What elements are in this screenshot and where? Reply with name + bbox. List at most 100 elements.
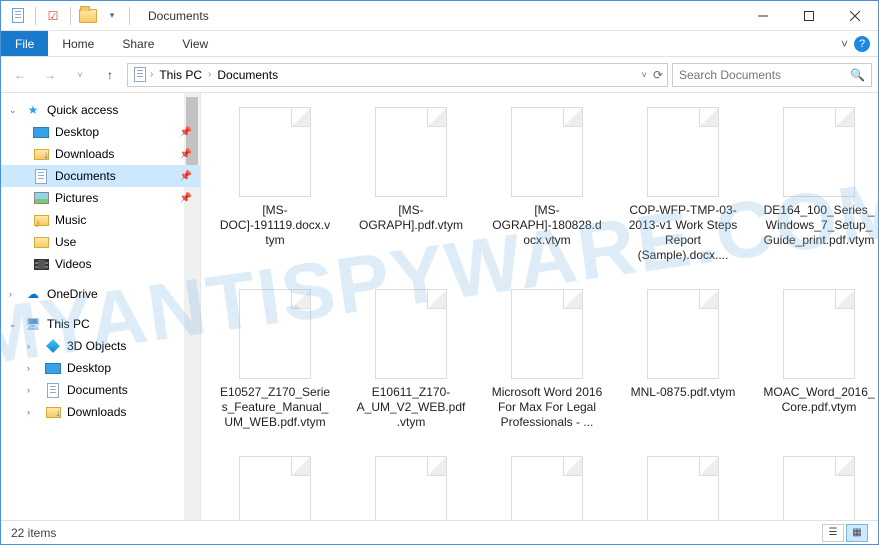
downloads-icon [45, 404, 61, 420]
ribbon-tab-file[interactable]: File [1, 31, 48, 56]
qat-check-icon[interactable]: ☑ [42, 5, 64, 27]
videos-icon [33, 256, 49, 272]
window-title: Documents [148, 9, 209, 23]
documents-icon [132, 67, 148, 83]
file-item[interactable]: MOAC_Word_2016_Core.pdf.vtym [759, 285, 878, 434]
maximize-button[interactable] [786, 1, 832, 31]
address-bar[interactable]: › This PC › Documents ˅ ⟳ [127, 63, 668, 87]
tree-label: This PC [47, 317, 90, 331]
file-item[interactable] [759, 452, 878, 520]
navigation-pane[interactable]: ⌄ ★ Quick access Desktop📌Downloads📌Docum… [1, 93, 201, 520]
icons-view-button[interactable]: ▦ [846, 524, 868, 542]
file-item[interactable] [351, 452, 471, 520]
pictures-icon [33, 190, 49, 206]
back-button[interactable]: ← [7, 62, 33, 88]
tree-item-label: Documents [55, 169, 116, 183]
sidebar-item-documents[interactable]: Documents 📌 [1, 165, 200, 187]
file-item[interactable]: MNL-0875.pdf.vtym [623, 285, 743, 434]
caret-right-icon: › [27, 385, 37, 395]
forward-button[interactable]: → [37, 62, 63, 88]
sidebar-item-downloads[interactable]: Downloads📌 [1, 143, 200, 165]
tree-item-label: Documents [67, 383, 128, 397]
folder-icon[interactable] [77, 5, 99, 27]
search-box[interactable]: 🔍 [672, 63, 872, 87]
file-thumbnail-icon [375, 289, 447, 379]
file-thumbnail-icon [647, 107, 719, 197]
folder-icon [33, 234, 49, 250]
up-button[interactable]: ↑ [97, 62, 123, 88]
chevron-right-icon[interactable]: › [208, 69, 211, 80]
file-item[interactable]: Microsoft Word 2016 For Max For Legal Pr… [487, 285, 607, 434]
details-view-button[interactable]: ☰ [822, 524, 844, 542]
address-dropdown-icon[interactable]: ˅ [642, 70, 647, 80]
pin-icon: 📌 [180, 193, 192, 204]
sidebar-item-use[interactable]: Use [1, 231, 200, 253]
breadcrumb-this-pc[interactable]: This PC [155, 68, 206, 82]
minimize-icon [758, 11, 768, 21]
item-count: 22 items [11, 526, 56, 540]
tree-this-pc[interactable]: ⌄ 🖥 This PC [1, 313, 200, 335]
downloads-icon [33, 146, 49, 162]
file-thumbnail-icon [783, 107, 855, 197]
desktop-icon [45, 360, 61, 376]
caret-right-icon: › [27, 341, 37, 351]
sidebar-item-3d-objects[interactable]: › 3D Objects [1, 335, 200, 357]
file-thumbnail-icon [511, 289, 583, 379]
tree-item-label: Pictures [55, 191, 98, 205]
search-input[interactable] [679, 68, 844, 82]
caret-down-icon: ⌄ [9, 319, 19, 330]
sidebar-item-desktop[interactable]: › Desktop [1, 357, 200, 379]
file-list[interactable]: [MS-DOC]-191119.docx.vtym[MS-OGRAPH].pdf… [201, 93, 878, 520]
sidebar-item-documents[interactable]: › Documents [1, 379, 200, 401]
file-item[interactable]: [MS-OGRAPH].pdf.vtym [351, 103, 471, 267]
sidebar-item-desktop[interactable]: Desktop📌 [1, 121, 200, 143]
file-item[interactable]: COP-WFP-TMP-03-2013-v1 Work Steps Report… [623, 103, 743, 267]
tree-onedrive[interactable]: › ☁ OneDrive [1, 283, 200, 305]
file-item[interactable]: E10527_Z170_Series_Feature_Manual_UM_WEB… [215, 285, 335, 434]
3d-icon [45, 338, 61, 354]
minimize-button[interactable] [740, 1, 786, 31]
maximize-icon [804, 11, 814, 21]
file-name: DE164_100_Series_Windows_7_Setup_Guide_p… [763, 203, 875, 248]
breadcrumb-documents[interactable]: Documents [213, 68, 282, 82]
status-bar: 22 items ☰ ▦ [1, 520, 878, 544]
close-button[interactable] [832, 1, 878, 31]
qat-dropdown-icon[interactable]: ▾ [101, 5, 123, 27]
ribbon-tab-home[interactable]: Home [48, 31, 108, 56]
tree-quick-access[interactable]: ⌄ ★ Quick access [1, 99, 200, 121]
chevron-right-icon[interactable]: › [150, 69, 153, 80]
tree-item-label: Music [55, 213, 86, 227]
caret-right-icon: › [27, 363, 37, 373]
sidebar-item-music[interactable]: Music [1, 209, 200, 231]
file-item[interactable]: E10611_Z170-A_UM_V2_WEB.pdf.vtym [351, 285, 471, 434]
file-item[interactable] [487, 452, 607, 520]
tree-item-label: 3D Objects [67, 339, 126, 353]
ribbon-tab-view[interactable]: View [168, 31, 222, 56]
recent-dropdown[interactable]: ˅ [67, 62, 93, 88]
pin-icon: 📌 [180, 171, 192, 182]
close-icon [850, 11, 860, 21]
pin-icon: 📌 [180, 149, 192, 160]
pc-icon: 🖥 [25, 316, 41, 332]
file-item[interactable]: [MS-OGRAPH]-180828.docx.vtym [487, 103, 607, 267]
separator [70, 7, 71, 25]
caret-right-icon: › [27, 407, 37, 417]
ribbon-expand-icon[interactable]: ˅ [841, 37, 848, 51]
sidebar-item-videos[interactable]: Videos [1, 253, 200, 275]
sidebar-item-pictures[interactable]: Pictures 📌 [1, 187, 200, 209]
file-thumbnail-icon [375, 107, 447, 197]
file-thumbnail-icon [647, 456, 719, 520]
file-item[interactable]: [MS-DOC]-191119.docx.vtym [215, 103, 335, 267]
file-item[interactable]: DE164_100_Series_Windows_7_Setup_Guide_p… [759, 103, 878, 267]
tree-item-label: Desktop [55, 125, 99, 139]
tree-item-label: Desktop [67, 361, 111, 375]
ribbon-tab-share[interactable]: Share [108, 31, 168, 56]
help-icon[interactable]: ? [854, 36, 870, 52]
refresh-icon[interactable]: ⟳ [653, 68, 663, 82]
documents-icon [33, 168, 49, 184]
file-item[interactable] [215, 452, 335, 520]
file-thumbnail-icon [239, 456, 311, 520]
file-item[interactable] [623, 452, 743, 520]
qat-properties-icon[interactable] [7, 5, 29, 27]
sidebar-item-downloads[interactable]: ›Downloads [1, 401, 200, 423]
